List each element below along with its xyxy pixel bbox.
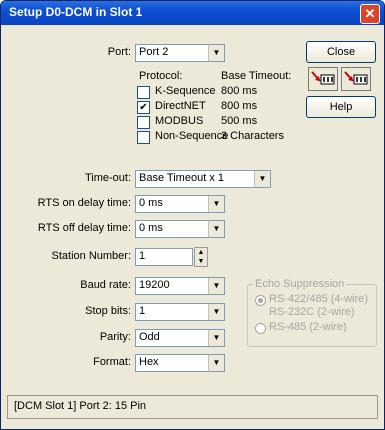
station-number-label: Station Number: <box>51 250 131 262</box>
k-sequence-timeout: 800 ms <box>221 85 258 97</box>
port-value: Port 2 <box>139 46 169 58</box>
baud-rate-label: Baud rate: <box>80 279 131 291</box>
directnet-checkbox[interactable]: ✔ <box>137 101 150 114</box>
window-close-icon[interactable]: ✕ <box>360 4 380 24</box>
help-button[interactable]: Help <box>306 96 376 118</box>
echo-suppression-title: Echo Suppression <box>253 278 347 290</box>
directnet-label: DirectNET <box>155 100 206 112</box>
rts-on-label: RTS on delay time: <box>37 197 131 209</box>
station-number-spinner[interactable]: ▲ ▼ <box>194 247 208 267</box>
connector-left-icon <box>311 71 335 85</box>
echo-2wire-radio[interactable] <box>255 323 266 334</box>
k-sequence-label: K-Sequence <box>155 85 216 97</box>
parity-value: Odd <box>139 331 160 343</box>
chevron-down-icon: ▼ <box>208 196 224 212</box>
spin-up-icon[interactable]: ▲ <box>195 248 207 257</box>
format-label: Format: <box>93 356 131 368</box>
echo-4wire-radio[interactable] <box>255 295 266 306</box>
modbus-label: MODBUS <box>155 115 204 127</box>
format-select[interactable]: Hex ▼ <box>135 354 225 372</box>
non-sequence-timeout: 3 Characters <box>221 130 284 142</box>
checkmark-icon: ✔ <box>139 102 148 113</box>
status-bar: [DCM Slot 1] Port 2: 15 Pin <box>7 395 378 419</box>
chevron-down-icon: ▼ <box>208 45 224 61</box>
stop-bits-label: Stop bits: <box>85 305 131 317</box>
chevron-down-icon: ▼ <box>254 171 270 187</box>
modbus-timeout: 500 ms <box>221 115 258 127</box>
stop-bits-select[interactable]: 1 ▼ <box>135 303 225 321</box>
protocol-header: Protocol: <box>139 70 183 82</box>
close-button[interactable]: Close <box>306 41 376 63</box>
rts-on-select[interactable]: 0 ms ▼ <box>135 195 225 213</box>
modbus-checkbox[interactable] <box>137 116 150 129</box>
port-select[interactable]: Port 2 ▼ <box>135 44 225 62</box>
setup-dialog: Setup D0-DCM in Slot 1 ✕ Port: Port 2 ▼ … <box>0 0 385 430</box>
chevron-down-icon: ▼ <box>208 355 224 371</box>
station-number-value: 1 <box>139 250 146 262</box>
echo-232-label: RS-232C (2-wire) <box>269 306 355 318</box>
chevron-down-icon: ▼ <box>208 278 224 294</box>
base-timeout-header: Base Timeout: <box>221 70 292 82</box>
echo-2wire-label: RS-485 (2-wire) <box>269 321 347 333</box>
rts-off-select[interactable]: 0 ms ▼ <box>135 220 225 238</box>
spin-down-icon[interactable]: ▼ <box>195 257 207 266</box>
format-value: Hex <box>139 356 159 368</box>
chevron-down-icon: ▼ <box>208 330 224 346</box>
rts-on-value: 0 ms <box>139 197 163 209</box>
baud-rate-value: 19200 <box>139 279 170 291</box>
chevron-down-icon: ▼ <box>208 221 224 237</box>
window-title: Setup D0-DCM in Slot 1 <box>9 5 143 19</box>
baud-rate-select[interactable]: 19200 ▼ <box>135 277 225 295</box>
non-sequence-checkbox[interactable] <box>137 131 150 144</box>
stop-bits-value: 1 <box>139 305 146 317</box>
title-bar: Setup D0-DCM in Slot 1 ✕ <box>1 1 384 25</box>
timeout-select[interactable]: Base Timeout x 1 ▼ <box>135 170 271 188</box>
echo-4wire-label: RS-422/485 (4-wire) <box>269 293 369 305</box>
k-sequence-checkbox[interactable] <box>137 86 150 99</box>
radio-dot-icon <box>258 298 263 303</box>
port-icon-right-button[interactable] <box>341 67 371 91</box>
status-text: [DCM Slot 1] Port 2: 15 Pin <box>14 400 147 412</box>
rts-off-value: 0 ms <box>139 222 163 234</box>
port-icon-left-button[interactable] <box>308 67 338 91</box>
parity-label: Parity: <box>99 331 131 343</box>
chevron-down-icon: ▼ <box>208 304 224 320</box>
directnet-timeout: 800 ms <box>221 100 258 112</box>
station-number-input[interactable]: 1 <box>135 248 193 266</box>
connector-right-icon <box>344 71 368 85</box>
timeout-value: Base Timeout x 1 <box>139 172 224 184</box>
parity-select[interactable]: Odd ▼ <box>135 329 225 347</box>
port-label: Port: <box>107 46 131 58</box>
rts-off-label: RTS off delay time: <box>37 222 131 234</box>
timeout-label: Time-out: <box>84 172 131 184</box>
non-sequence-label: Non-Sequence <box>155 130 229 142</box>
